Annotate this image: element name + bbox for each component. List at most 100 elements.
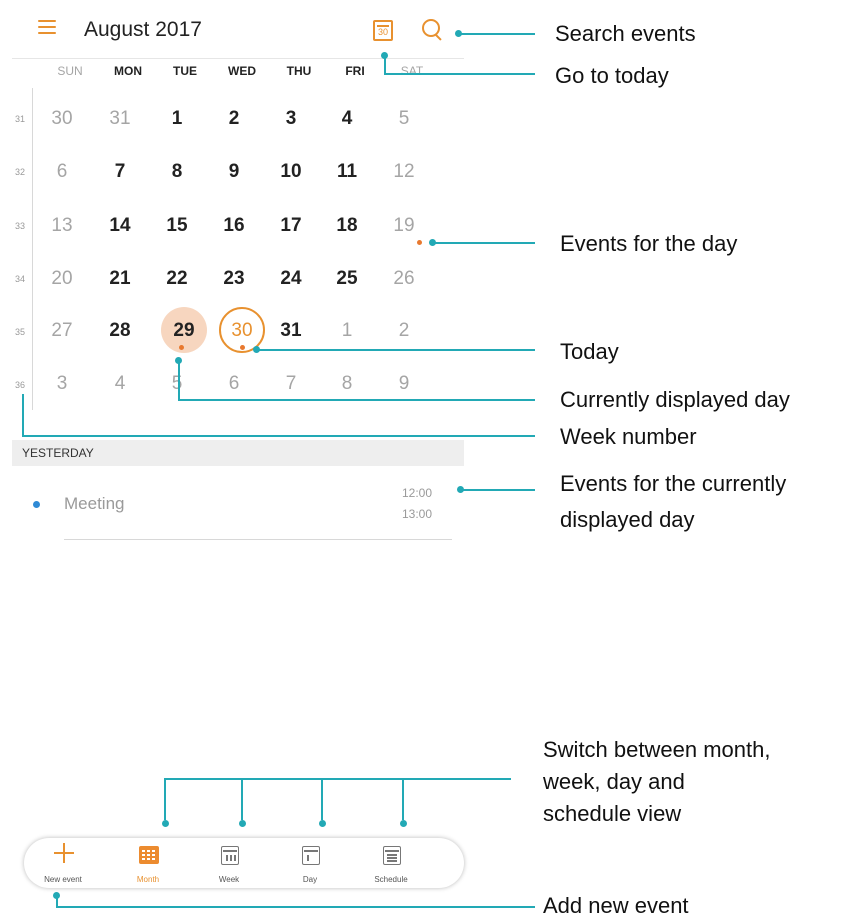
day-cell[interactable]: 8 — [152, 161, 202, 183]
callout-line — [22, 435, 535, 437]
tab-day[interactable]: Day — [276, 838, 344, 888]
event-section-header: YESTERDAY — [12, 440, 464, 466]
callout-currently-displayed-day: Currently displayed day — [560, 387, 790, 412]
day-cell[interactable]: 20 — [37, 268, 87, 290]
callout-switch-view-line2: week, day and — [543, 769, 685, 794]
day-cell[interactable]: 22 — [152, 268, 202, 290]
day-cell[interactable]: 23 — [209, 268, 259, 290]
week-number: 31 — [14, 114, 25, 124]
day-cell[interactable]: 24 — [266, 268, 316, 290]
day-cell[interactable]: 3 — [266, 108, 316, 130]
callout-line — [384, 55, 386, 74]
today-day-cell[interactable]: 30 — [217, 320, 267, 342]
calendar-app: August 2017 30 SUN MON TUE WED THU FRI S… — [12, 0, 464, 900]
go-to-today-icon[interactable]: 30 — [373, 20, 393, 41]
day-cell[interactable]: 6 — [209, 373, 259, 395]
day-cell[interactable]: 4 — [322, 108, 372, 130]
week-number: 35 — [14, 327, 25, 337]
callout-line — [241, 780, 243, 820]
weekday-mon: MON — [114, 64, 142, 78]
callout-switch-view-line3: schedule view — [543, 801, 682, 826]
day-cell[interactable]: 5 — [152, 373, 202, 395]
callout-line — [402, 780, 404, 820]
event-title[interactable]: Meeting — [64, 494, 124, 514]
day-cell[interactable]: 26 — [379, 268, 429, 290]
day-cell[interactable]: 1 — [152, 108, 202, 130]
today-icon-day: 30 — [377, 27, 388, 37]
callout-dot — [400, 820, 407, 827]
day-cell[interactable]: 9 — [379, 373, 429, 395]
day-cell[interactable]: 19 — [379, 215, 429, 237]
tab-label: Week — [218, 875, 240, 884]
schedule-view-icon — [383, 846, 401, 865]
week-number: 36 — [14, 380, 25, 390]
callout-today: Today — [560, 339, 619, 364]
day-cell[interactable]: 1 — [322, 320, 372, 342]
day-cell[interactable]: 18 — [322, 215, 372, 237]
callout-line — [256, 349, 535, 351]
day-cell[interactable]: 31 — [95, 108, 145, 130]
weekday-thu: THU — [286, 64, 312, 78]
weekday-sat: SAT — [400, 64, 424, 78]
callout-go-to-today: Go to today — [555, 63, 669, 88]
day-cell[interactable]: 2 — [209, 108, 259, 130]
callout-line — [384, 73, 535, 75]
day-cell[interactable]: 7 — [266, 373, 316, 395]
bottom-toolbar: New event Month Week Day Schedule — [24, 838, 464, 888]
callout-line — [164, 778, 511, 780]
day-cell[interactable]: 12 — [379, 161, 429, 183]
tab-label: Day — [302, 875, 318, 884]
menu-icon[interactable] — [38, 20, 56, 34]
event-divider — [64, 539, 452, 540]
callout-line — [460, 489, 535, 491]
tab-week[interactable]: Week — [195, 838, 263, 888]
day-cell[interactable]: 8 — [322, 373, 372, 395]
day-cell[interactable]: 27 — [37, 320, 87, 342]
day-cell[interactable]: 5 — [379, 108, 429, 130]
day-cell[interactable]: 15 — [152, 215, 202, 237]
day-cell[interactable]: 14 — [95, 215, 145, 237]
day-cell[interactable]: 4 — [95, 373, 145, 395]
day-cell[interactable]: 17 — [266, 215, 316, 237]
weekday-wed: WED — [228, 64, 256, 78]
callout-line — [321, 780, 323, 820]
callout-line — [458, 33, 535, 35]
day-cell[interactable]: 7 — [95, 161, 145, 183]
callout-week-number: Week number — [560, 424, 697, 449]
week-number: 33 — [14, 221, 25, 231]
day-cell[interactable]: 9 — [209, 161, 259, 183]
day-view-icon — [302, 846, 320, 865]
day-cell[interactable]: 10 — [266, 161, 316, 183]
day-cell[interactable]: 3 — [37, 373, 87, 395]
day-cell[interactable]: 13 — [37, 215, 87, 237]
day-cell[interactable]: 16 — [209, 215, 259, 237]
weekday-fri: FRI — [345, 64, 365, 78]
callout-events-for-day: Events for the day — [560, 231, 738, 256]
day-cell[interactable]: 25 — [322, 268, 372, 290]
tab-schedule[interactable]: Schedule — [357, 838, 425, 888]
callout-dot — [162, 820, 169, 827]
week-number: 34 — [14, 274, 25, 284]
tab-label: New event — [44, 875, 82, 884]
weekday-sun: SUN — [57, 64, 83, 78]
day-cell[interactable]: 30 — [37, 108, 87, 130]
day-cell[interactable]: 11 — [322, 161, 372, 183]
new-event-button[interactable]: New event — [29, 838, 97, 888]
callout-events-current-day-line2: displayed day — [560, 507, 695, 532]
day-cell[interactable]: 6 — [37, 161, 87, 183]
event-indicator-dot — [240, 345, 245, 350]
callout-add-new-event: Add new event — [543, 893, 689, 918]
month-title[interactable]: August 2017 — [84, 18, 202, 42]
selected-day-cell[interactable]: 29 — [159, 320, 209, 342]
day-cell[interactable]: 28 — [95, 320, 145, 342]
callout-dot — [319, 820, 326, 827]
callout-line — [56, 906, 535, 908]
tab-month[interactable]: Month — [114, 838, 182, 888]
event-start-time: 12:00 — [402, 486, 433, 500]
event-indicator-dot — [417, 240, 422, 245]
day-cell[interactable]: 31 — [266, 320, 316, 342]
callout-line — [432, 242, 535, 244]
search-icon[interactable] — [422, 19, 442, 41]
day-cell[interactable]: 21 — [95, 268, 145, 290]
day-cell[interactable]: 2 — [379, 320, 429, 342]
